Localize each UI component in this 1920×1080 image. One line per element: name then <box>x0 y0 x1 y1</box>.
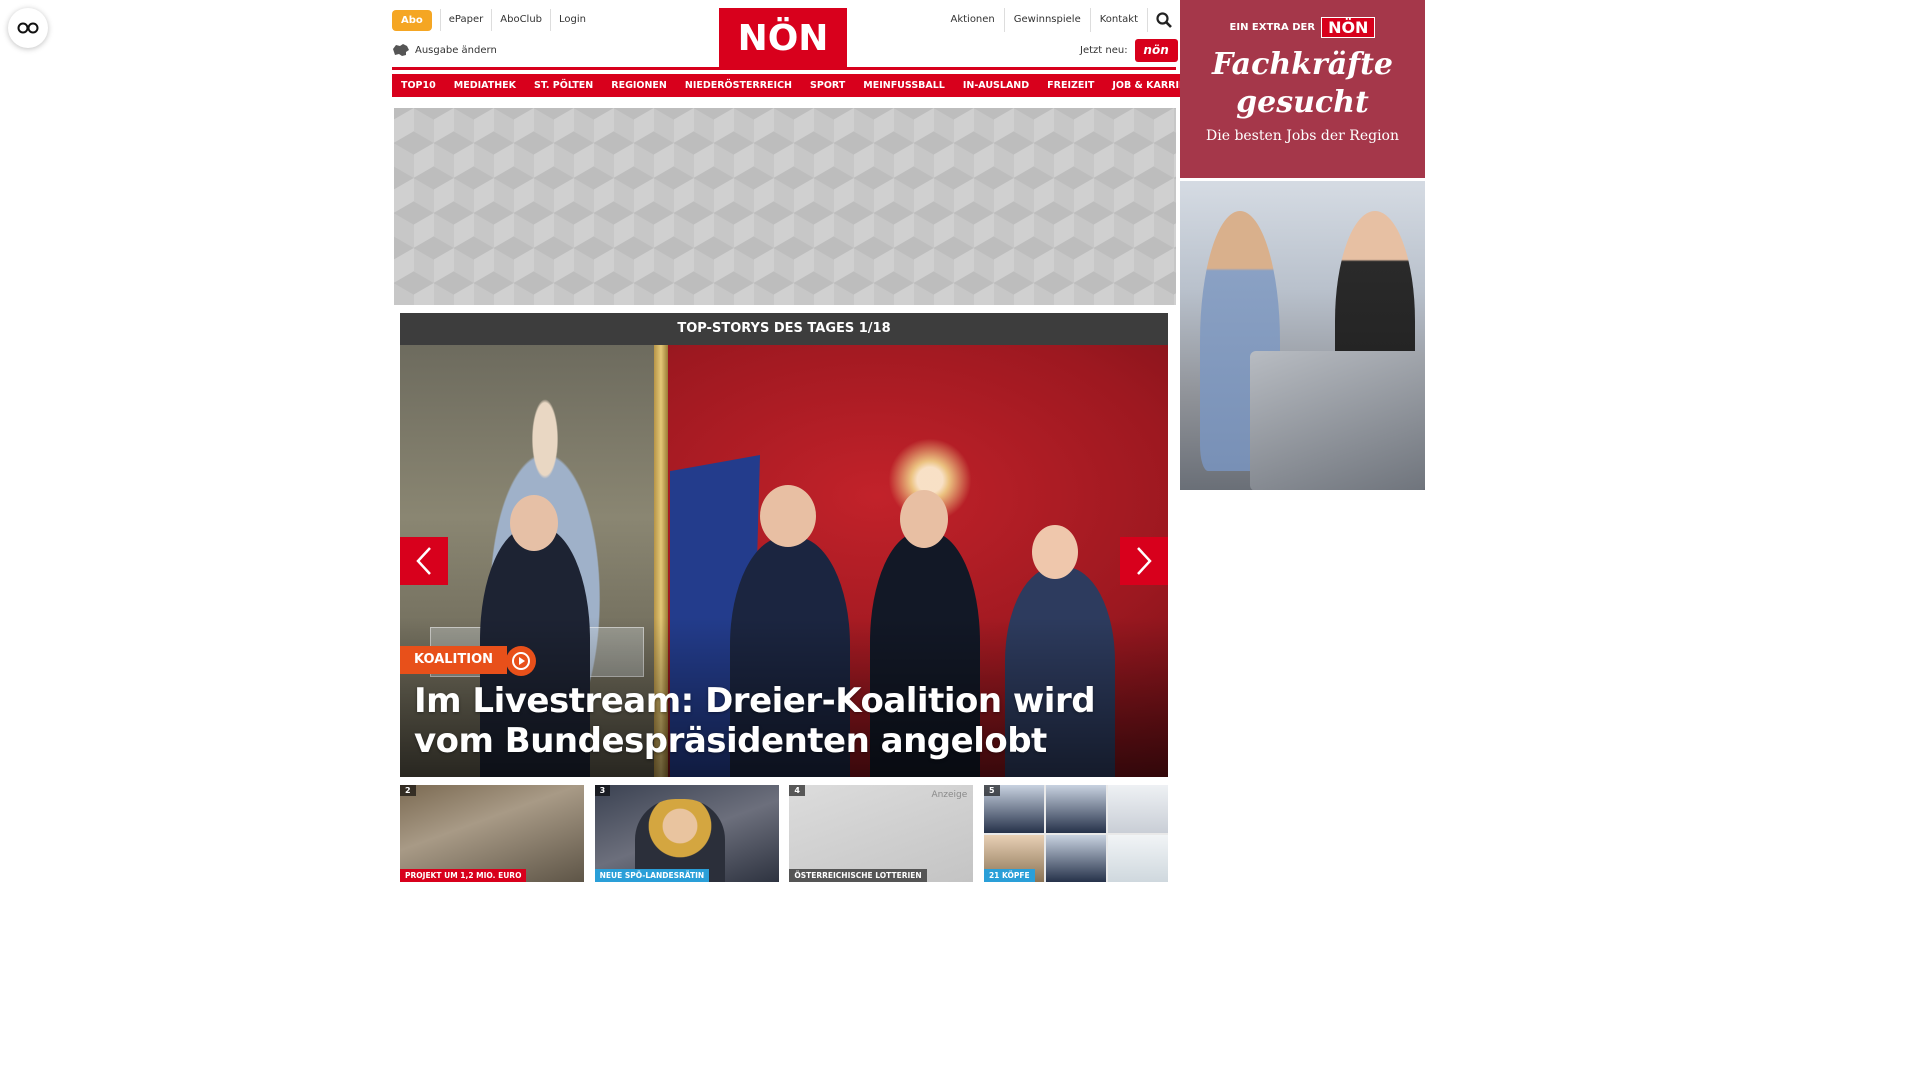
teaser-tag: 21 KÖPFE <box>983 869 1035 882</box>
top-links: Abo ePaper AboClub Login <box>392 9 594 31</box>
teaser-row: 2 PROJEKT UM 1,2 MIO. EURO 3 NEUE SPÖ-LA… <box>400 785 1168 882</box>
jetzt-badge[interactable]: nön <box>1134 38 1178 62</box>
edition-label: Ausgabe ändern <box>415 44 497 56</box>
grid-photo <box>1107 834 1168 882</box>
teaser-number: 2 <box>400 785 416 796</box>
jetzt-neu: Jetzt neu: nön <box>1080 38 1178 62</box>
logo[interactable]: NÖN <box>719 8 847 68</box>
person-2-head <box>760 485 816 547</box>
ad-title-line2: gesucht <box>1236 85 1369 120</box>
epaper-link[interactable]: ePaper <box>439 9 491 31</box>
ad-brand: EIN EXTRA DER NÖN <box>1180 0 1425 38</box>
teaser-tag: NEUE SPÖ-LANDESRÄTIN <box>594 869 710 882</box>
grid-photo <box>1107 785 1168 833</box>
aktionen-link[interactable]: Aktionen <box>941 8 1005 32</box>
story-kicker[interactable]: KOALITION <box>400 646 508 674</box>
ad-subtitle: Die besten Jobs der Region <box>1206 128 1399 144</box>
accessibility-button[interactable] <box>8 8 48 48</box>
nav-item-meinfussball[interactable]: MEINFUSSBALL <box>854 74 954 97</box>
play-icon[interactable] <box>506 646 536 676</box>
teaser-card[interactable]: 5 21 KÖPFE <box>983 785 1168 882</box>
grid-photo <box>1045 785 1106 833</box>
nav-item-regionen[interactable]: REGIONEN <box>602 74 676 97</box>
person-4-head <box>1032 525 1078 579</box>
ad-photo <box>1180 181 1425 490</box>
teaser-photo-grid <box>983 785 1168 882</box>
grid-photo <box>1045 834 1106 882</box>
teaser-number: 5 <box>983 785 1000 796</box>
ad-brand-logo: NÖN <box>1321 17 1376 38</box>
kontakt-link[interactable]: Kontakt <box>1091 8 1148 32</box>
gewinnspiele-link[interactable]: Gewinnspiele <box>1005 8 1091 32</box>
right-links: Aktionen Gewinnspiele Kontakt <box>941 8 1176 32</box>
teaser-number: 4 <box>789 785 805 796</box>
sidebar-ad[interactable]: EIN EXTRA DER NÖN Fachkräfte gesucht Die… <box>1180 0 1425 490</box>
map-icon <box>393 44 409 56</box>
search-icon[interactable] <box>1152 8 1176 32</box>
chevron-right-icon <box>1137 547 1152 575</box>
nav-item-mediathek[interactable]: MEDIATHEK <box>444 74 526 97</box>
story-headline[interactable]: Im Livestream: Dreier-Koalition wird vom… <box>414 681 1154 761</box>
nav-item-st-poelten[interactable]: ST. PÖLTEN <box>525 74 603 97</box>
carousel-slide[interactable]: KOALITION Im Livestream: Dreier-Koalitio… <box>400 345 1168 777</box>
nav-item-freizeit[interactable]: FREIZEIT <box>1038 74 1104 97</box>
person-1-head <box>510 495 558 551</box>
person-3-head <box>900 490 948 548</box>
main-nav: TOP10 MEDIATHEK ST. PÖLTEN REGIONEN NIED… <box>392 74 1209 97</box>
aboclub-link[interactable]: AboClub <box>491 9 550 31</box>
carousel-prev-button[interactable] <box>400 537 448 585</box>
header-divider <box>392 67 1176 70</box>
glasses-icon <box>17 22 39 34</box>
nav-item-niederoesterreich[interactable]: NIEDERÖSTERREICH <box>675 74 802 97</box>
ad-banner: EIN EXTRA DER NÖN Fachkräfte gesucht Die… <box>1180 0 1425 178</box>
edition-switcher[interactable]: Ausgabe ändern <box>392 41 497 59</box>
login-link[interactable]: Login <box>550 9 594 31</box>
carousel-heading: TOP-STORYS DES TAGES 1/18 <box>400 313 1168 345</box>
teaser-number: 3 <box>594 785 611 796</box>
teaser-tag: PROJEKT UM 1,2 MIO. EURO <box>400 869 527 882</box>
jetzt-label: Jetzt neu: <box>1080 44 1128 56</box>
nav-item-in-ausland[interactable]: IN-AUSLAND <box>953 74 1039 97</box>
top-stories-carousel: TOP-STORYS DES TAGES 1/18 KOALITION Im L… <box>400 313 1168 777</box>
ad-photo-machine <box>1250 351 1425 490</box>
abo-button[interactable]: Abo <box>392 9 432 31</box>
carousel-next-button[interactable] <box>1120 537 1168 585</box>
ad-title-line1: Fachkräfte <box>1211 47 1394 82</box>
chevron-left-icon <box>416 547 431 575</box>
teaser-card[interactable]: 3 NEUE SPÖ-LANDESRÄTIN <box>594 785 779 882</box>
teaser-card[interactable]: 2 PROJEKT UM 1,2 MIO. EURO <box>400 785 584 882</box>
nav-item-sport[interactable]: SPORT <box>801 74 855 97</box>
nav-item-top10[interactable]: TOP10 <box>392 74 445 97</box>
ad-brand-prefix: EIN EXTRA DER <box>1229 22 1316 33</box>
ad-title: Fachkräfte gesucht <box>1180 46 1425 122</box>
ad-placeholder <box>394 108 1176 305</box>
teaser-card[interactable]: 4 Anzeige ÖSTERREICHISCHE LOTTERIEN <box>789 785 974 882</box>
teaser-tag: ÖSTERREICHISCHE LOTTERIEN <box>789 869 927 882</box>
anzeige-label: Anzeige <box>931 790 968 800</box>
